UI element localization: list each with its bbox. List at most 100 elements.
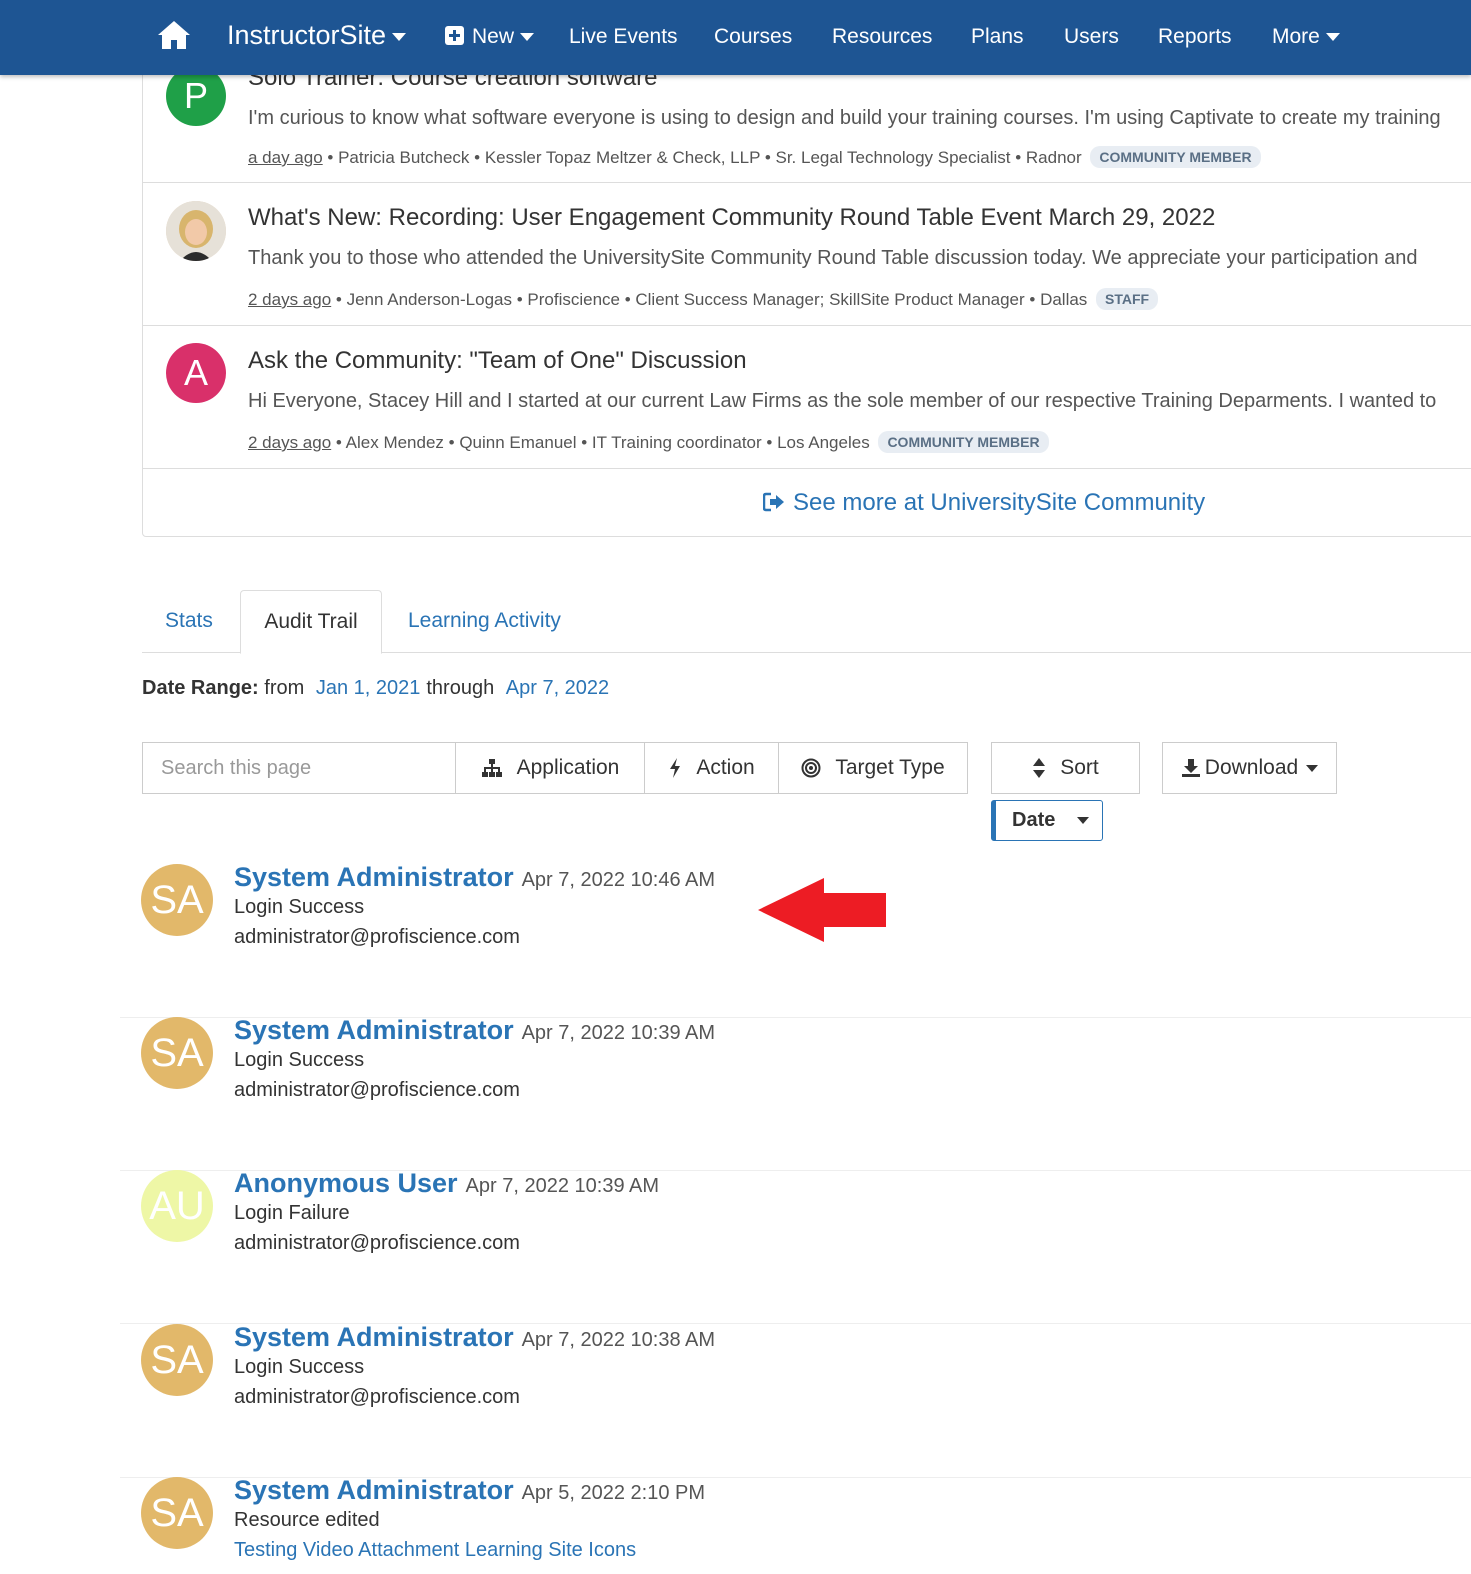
- entry-user-link[interactable]: Anonymous User Apr 7, 2022 10:39 AM: [234, 1168, 659, 1199]
- from-word: from: [264, 677, 305, 699]
- target-type-label: Target Type: [835, 756, 945, 779]
- entry-user-link[interactable]: System Administrator Apr 7, 2022 10:38 AM: [234, 1322, 715, 1353]
- sort-button[interactable]: Sort: [991, 742, 1140, 794]
- community-feed: P Solo Trainer: Course creation software…: [142, 40, 1471, 537]
- download-button[interactable]: Download: [1162, 742, 1337, 794]
- post-author-info: • Patricia Butcheck • Kessler Topaz Melt…: [322, 148, 1082, 167]
- nav-resources[interactable]: Resources: [832, 25, 932, 49]
- date-to-link[interactable]: Apr 7, 2022: [506, 677, 609, 699]
- search-input[interactable]: [142, 742, 456, 794]
- staff-badge: STAFF: [1096, 288, 1159, 310]
- nav-users[interactable]: Users: [1064, 25, 1119, 49]
- member-badge: COMMUNITY MEMBER: [878, 431, 1049, 453]
- sort-field-dropdown[interactable]: Date: [991, 800, 1103, 841]
- avatar: A: [166, 343, 226, 403]
- entry-user-name: System Administrator: [234, 862, 514, 892]
- tab-learning-activity[interactable]: Learning Activity: [408, 590, 561, 653]
- nav-reports[interactable]: Reports: [1158, 25, 1232, 49]
- chevron-down-icon: [1077, 817, 1090, 824]
- sort-icon: [1033, 758, 1046, 778]
- download-label: Download: [1204, 756, 1299, 779]
- entry-user-link[interactable]: System Administrator Apr 7, 2022 10:39 AM: [234, 1015, 715, 1046]
- post-time-link[interactable]: 2 days ago: [248, 433, 331, 452]
- community-post: What's New: Recording: User Engagement C…: [143, 184, 1471, 326]
- audit-entry: SA System Administrator Apr 5, 2022 2:10 …: [120, 1475, 1471, 1574]
- tab-audit-trail[interactable]: Audit Trail: [240, 590, 382, 654]
- avatar: P: [166, 66, 226, 126]
- post-excerpt: Thank you to those who attended the Univ…: [248, 247, 1418, 269]
- sitemap-icon: [481, 759, 502, 777]
- site-name: InstructorSite: [227, 20, 387, 50]
- post-time-link[interactable]: a day ago: [248, 148, 323, 167]
- date-from-link[interactable]: Jan 1, 2021: [316, 677, 421, 699]
- community-post: A Ask the Community: "Team of One" Discu…: [143, 327, 1471, 469]
- post-excerpt: Hi Everyone, Stacey Hill and I started a…: [248, 390, 1437, 412]
- entry-user-name: System Administrator: [234, 1322, 514, 1352]
- entry-action: Login Success: [234, 1049, 365, 1071]
- avatar: SA: [141, 864, 213, 936]
- nav-more-label: More: [1272, 25, 1320, 48]
- bolt-icon: [670, 758, 681, 778]
- entry-user-link[interactable]: System Administrator Apr 5, 2022 2:10 PM: [234, 1475, 705, 1506]
- post-author-info: • Alex Mendez • Quinn Emanuel • IT Train…: [331, 433, 870, 452]
- see-more-community-link[interactable]: See more at UniversitySite Community: [762, 489, 1206, 517]
- entry-action: Resource edited: [234, 1509, 380, 1531]
- post-title[interactable]: What's New: Recording: User Engagement C…: [248, 204, 1215, 232]
- member-badge: COMMUNITY MEMBER: [1090, 146, 1261, 168]
- avatar: [166, 201, 226, 261]
- post-time-link[interactable]: 2 days ago: [248, 290, 331, 309]
- top-nav: InstructorSite New Live Events Courses R…: [0, 0, 1471, 75]
- through-word: through: [426, 677, 495, 699]
- nav-new-label: New: [472, 25, 515, 48]
- entry-target-link[interactable]: Testing Video Attachment Learning Site I…: [234, 1539, 636, 1562]
- see-more-label: See more at UniversitySite Community: [793, 489, 1206, 516]
- entry-action: Login Success: [234, 1356, 365, 1378]
- entry-user-name: Anonymous User: [234, 1168, 458, 1198]
- entry-user-name: System Administrator: [234, 1015, 514, 1045]
- post-title[interactable]: Ask the Community: "Team of One" Discuss…: [248, 347, 747, 375]
- sort-label: Sort: [1060, 756, 1099, 779]
- download-icon: [1181, 759, 1200, 777]
- report-tabs: Stats Audit Trail Learning Activity: [142, 590, 1471, 654]
- entry-user-link[interactable]: System Administrator Apr 7, 2022 10:46 AM: [234, 862, 715, 893]
- entry-user-name: System Administrator: [234, 1475, 514, 1505]
- entry-timestamp: Apr 7, 2022 10:46 AM: [521, 869, 716, 891]
- nav-new-menu[interactable]: New: [445, 25, 535, 49]
- entry-target: administrator@profiscience.com: [234, 1232, 520, 1254]
- application-filter-button[interactable]: Application: [455, 742, 645, 794]
- home-icon[interactable]: [157, 18, 191, 52]
- avatar: SA: [141, 1017, 213, 1089]
- external-link-icon: [762, 492, 784, 512]
- action-filter-button[interactable]: Action: [644, 742, 779, 794]
- post-author-info: • Jenn Anderson-Logas • Profiscience • C…: [331, 290, 1088, 309]
- chevron-down-icon: [392, 32, 407, 41]
- plus-square-icon: [445, 26, 464, 45]
- avatar: SA: [141, 1324, 213, 1396]
- entry-timestamp: Apr 7, 2022 10:39 AM: [465, 1175, 660, 1197]
- entry-action: Login Failure: [234, 1202, 350, 1224]
- date-range: Date Range: from Jan 1, 2021 through Apr …: [142, 677, 615, 700]
- post-meta: a day ago • Patricia Butcheck • Kessler …: [248, 146, 1261, 168]
- post-meta: 2 days ago • Alex Mendez • Quinn Emanuel…: [248, 431, 1049, 453]
- entry-timestamp: Apr 7, 2022 10:38 AM: [521, 1329, 716, 1351]
- post-meta: 2 days ago • Jenn Anderson-Logas • Profi…: [248, 288, 1159, 310]
- target-type-filter-button[interactable]: Target Type: [778, 742, 968, 794]
- nav-courses[interactable]: Courses: [714, 25, 792, 49]
- audit-entry: SA System Administrator Apr 7, 2022 10:39…: [120, 1015, 1471, 1171]
- avatar: SA: [141, 1477, 213, 1549]
- site-switcher[interactable]: InstructorSite: [227, 20, 407, 51]
- tab-stats[interactable]: Stats: [165, 590, 213, 653]
- nav-more-menu[interactable]: More: [1272, 25, 1340, 49]
- entry-action: Login Success: [234, 896, 365, 918]
- entry-target: administrator@profiscience.com: [234, 1386, 520, 1408]
- entry-timestamp: Apr 7, 2022 10:39 AM: [521, 1022, 716, 1044]
- nav-live-events[interactable]: Live Events: [569, 25, 678, 49]
- audit-entry: AU Anonymous User Apr 7, 2022 10:39 AM Lo…: [120, 1168, 1471, 1324]
- user-photo-icon: [166, 201, 226, 261]
- entry-timestamp: Apr 5, 2022 2:10 PM: [521, 1482, 706, 1504]
- nav-plans[interactable]: Plans: [971, 25, 1024, 49]
- sort-field-label: Date: [1012, 809, 1056, 831]
- application-label: Application: [516, 756, 620, 779]
- bullseye-icon: [801, 758, 821, 778]
- post-excerpt: I'm curious to know what software everyo…: [248, 107, 1441, 129]
